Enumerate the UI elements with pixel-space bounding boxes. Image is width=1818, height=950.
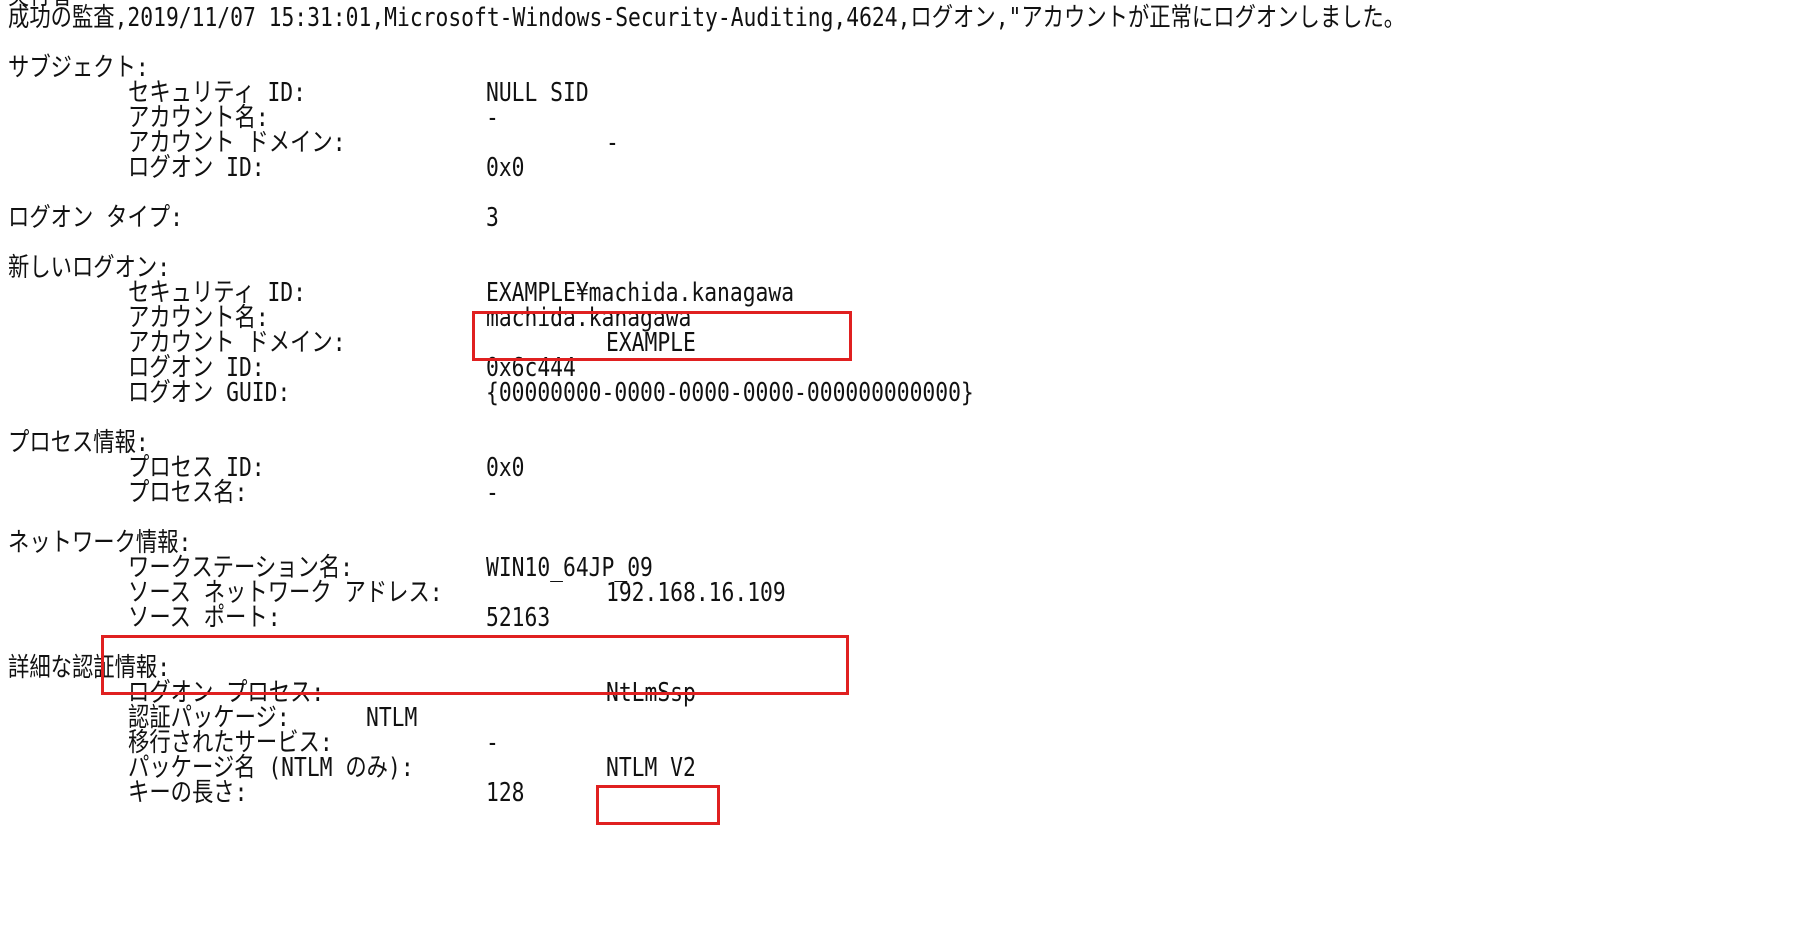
source-port-value: 52163 bbox=[486, 603, 551, 633]
key-length-label: キーの長さ: bbox=[128, 778, 248, 808]
subject-logon-id-value: 0x0 bbox=[486, 153, 525, 183]
subject-account-name-value: - bbox=[486, 103, 499, 133]
subject-security-id-value: NULL SID bbox=[486, 78, 589, 108]
process-name-value: - bbox=[486, 478, 499, 508]
new-logon-logon-guid-label: ログオン GUID: bbox=[128, 378, 291, 408]
highlight-logon-process-box bbox=[596, 785, 720, 825]
source-port-label: ソース ポート: bbox=[128, 603, 281, 633]
auth-package-value: NTLM bbox=[366, 703, 418, 733]
subject-logon-id-label: ログオン ID: bbox=[128, 153, 265, 183]
transited-services-value: - bbox=[486, 728, 499, 758]
event-header-line: 成功の監査,2019/11/07 15:31:01,Microsoft-Wind… bbox=[8, 3, 1406, 33]
logon-type-label: ログオン タイプ: bbox=[8, 203, 183, 233]
event-log-text: 実行者 成功の監査,2019/11/07 15:31:01,Microsoft-… bbox=[0, 0, 1818, 950]
highlight-security-id-box bbox=[472, 311, 852, 361]
highlight-network-box bbox=[101, 635, 849, 695]
subject-account-domain-value: - bbox=[606, 128, 619, 158]
key-length-value: 128 bbox=[486, 778, 525, 808]
logon-type-value: 3 bbox=[486, 203, 499, 233]
process-name-label: プロセス名: bbox=[128, 478, 248, 508]
source-address-value: 192.168.16.109 bbox=[606, 578, 786, 608]
new-logon-logon-guid-value: {00000000-0000-0000-0000-000000000000} bbox=[486, 378, 974, 408]
package-name-value: NTLM V2 bbox=[606, 753, 696, 783]
